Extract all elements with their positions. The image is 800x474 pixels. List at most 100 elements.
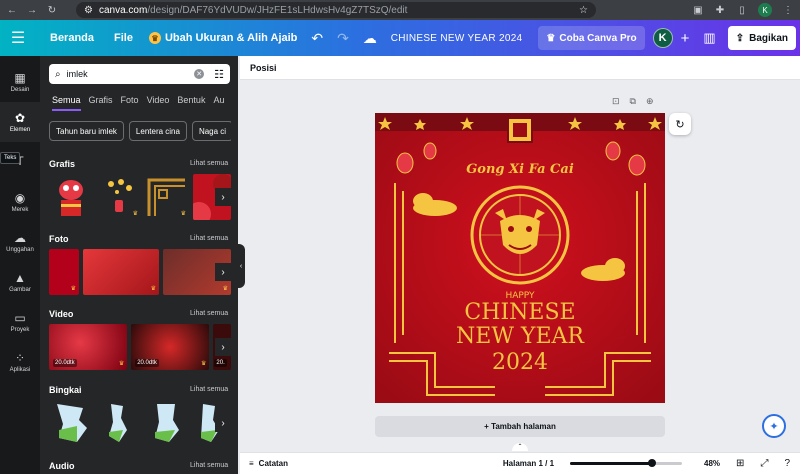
extension-icon[interactable]: ▣: [692, 5, 704, 16]
hamburger-icon[interactable]: ☰: [0, 28, 36, 48]
document-title[interactable]: CHINESE NEW YEAR 2024: [391, 33, 523, 44]
clear-search-icon[interactable]: ✕: [194, 69, 205, 79]
filter-icon[interactable]: ☷: [214, 68, 224, 81]
file-menu-button[interactable]: File: [108, 32, 139, 44]
fullscreen-icon[interactable]: ⤢: [760, 458, 768, 469]
undo-icon[interactable]: ↶: [311, 30, 323, 47]
insights-icon[interactable]: ▥: [703, 30, 715, 46]
see-all-audio-link[interactable]: Lihat semua: [190, 462, 228, 469]
graphic-thumb-lion-dance[interactable]: [49, 174, 93, 220]
see-all-graphics-link[interactable]: Lihat semua: [190, 160, 228, 167]
profile-avatar[interactable]: K: [758, 3, 772, 17]
zoom-slider[interactable]: [570, 459, 683, 467]
duplicate-page-icon[interactable]: ⧉: [630, 96, 636, 107]
frame-thumb[interactable]: [97, 400, 141, 446]
crown-icon: ♛: [118, 361, 125, 367]
rail-item-photos[interactable]: ▲ Gambar: [0, 262, 40, 302]
help-icon[interactable]: ?: [784, 458, 790, 469]
address-bar[interactable]: ⚙ canva.com/design/DAF76YdVUDw/JHzFE1sLH…: [76, 2, 596, 18]
back-icon[interactable]: ←: [6, 5, 18, 16]
upload-icon: ☁: [14, 230, 26, 245]
forward-icon[interactable]: →: [26, 5, 38, 16]
zoom-level[interactable]: 48%: [704, 459, 720, 468]
image-icon: ▲: [14, 270, 26, 285]
poster-year: 2024: [492, 350, 548, 375]
tab-videos[interactable]: Video: [147, 95, 170, 111]
rail-item-elements[interactable]: ✿ Elemen: [0, 102, 40, 142]
scroll-right-icon[interactable]: ›: [215, 188, 231, 206]
lion-dance-graphic: [59, 180, 83, 216]
search-icon: ⌕: [55, 68, 61, 80]
section-title-audio: Audio: [49, 461, 75, 471]
rail-item-projects[interactable]: ▭ Proyek: [0, 302, 40, 342]
user-avatar[interactable]: K: [652, 28, 673, 48]
redo-icon[interactable]: ↷: [337, 30, 349, 47]
crown-icon: ♛: [222, 286, 228, 292]
home-button[interactable]: Beranda: [44, 32, 100, 44]
scroll-up-icon[interactable]: ⌃: [512, 443, 528, 451]
rail-item-design[interactable]: ▦ Desain: [0, 62, 40, 102]
rail-label: Merek: [11, 206, 29, 213]
page-counter[interactable]: Halaman 1 / 1: [503, 459, 554, 468]
chip-chinese-lantern[interactable]: Lentera cina: [128, 121, 187, 141]
site-info-icon[interactable]: ⚙: [84, 5, 93, 16]
refresh-icon[interactable]: ↻: [669, 113, 691, 135]
grid-view-icon[interactable]: ⊞: [736, 458, 744, 469]
graphic-thumb-blossom[interactable]: ♛: [97, 174, 141, 220]
photo-thumb[interactable]: ♛: [49, 249, 79, 295]
add-collaborator-icon[interactable]: +: [681, 30, 690, 47]
shapes-icon: ✿: [14, 110, 26, 125]
resize-button[interactable]: ♛ Ubah Ukuran & Alih Ajaib: [148, 32, 297, 44]
reload-icon[interactable]: ↻: [46, 5, 58, 16]
kebab-menu-icon[interactable]: ⋮: [782, 5, 794, 16]
tab-photos[interactable]: Foto: [121, 95, 139, 111]
photo-thumb[interactable]: ♛: [83, 249, 159, 295]
collapse-panel-handle[interactable]: ‹: [237, 244, 245, 288]
browser-toolbar: ← → ↻ ⚙ canva.com/design/DAF76YdVUDw/JHz…: [0, 0, 800, 20]
see-all-photos-link[interactable]: Lihat semua: [190, 235, 228, 242]
frame-thumb[interactable]: [145, 400, 189, 446]
graphic-thumb-border[interactable]: ♛: [145, 174, 189, 220]
puzzle-icon[interactable]: ✚: [714, 5, 726, 16]
tab-all[interactable]: Semua: [52, 95, 81, 111]
editor-header: ☰ Beranda File ♛ Ubah Ukuran & Alih Ajai…: [0, 20, 800, 56]
videos-row: 20.0dtk ♛ 20.0dtk ♛ 20. ›: [49, 324, 231, 370]
see-all-frames-link[interactable]: Lihat semua: [190, 386, 228, 393]
design-artboard[interactable]: Gong Xi Fa Cai HAPPY CHINESE NEW YEAR 20…: [375, 113, 665, 403]
video-duration: 20.0dtk: [53, 359, 77, 367]
scroll-right-icon[interactable]: ›: [215, 338, 231, 356]
scroll-right-icon[interactable]: ›: [215, 414, 231, 432]
elements-panel: ⌕ ✕ ☷ Semua Grafis Foto Video Bentuk Au …: [40, 56, 238, 474]
crown-icon: ♛: [70, 286, 76, 292]
see-all-videos-link[interactable]: Lihat semua: [190, 310, 228, 317]
scroll-right-icon[interactable]: ›: [215, 263, 231, 281]
notes-button[interactable]: ≡ Catatan: [249, 459, 288, 468]
rail-item-uploads[interactable]: ☁ Unggahan: [0, 222, 40, 262]
tab-graphics[interactable]: Grafis: [89, 95, 113, 111]
magic-assistant-icon[interactable]: ✦: [762, 414, 786, 438]
video-thumb[interactable]: 20.0dtk ♛: [131, 324, 210, 370]
video-thumb[interactable]: 20.0dtk ♛: [49, 324, 128, 370]
add-page-icon[interactable]: ⊕: [646, 96, 654, 107]
poster-line2: NEW YEAR: [456, 324, 585, 349]
zoom-slider-knob[interactable]: [647, 459, 656, 467]
lock-icon[interactable]: ⊡: [612, 96, 620, 107]
section-title-photos: Foto: [49, 234, 69, 244]
cloud-save-icon[interactable]: ☁: [363, 30, 377, 47]
tab-shapes[interactable]: Bentuk: [177, 95, 205, 111]
bookmark-star-icon[interactable]: ☆: [579, 5, 588, 16]
rail-item-brand[interactable]: ◉ Merek: [0, 182, 40, 222]
map-frame-graphic: [57, 404, 87, 442]
add-page-button[interactable]: + Tambah halaman: [375, 416, 665, 437]
position-button[interactable]: Posisi: [250, 63, 277, 73]
frame-thumb[interactable]: [49, 400, 93, 446]
rail-item-apps[interactable]: ⁘ Aplikasi: [0, 342, 40, 382]
try-pro-button[interactable]: ♛ Coba Canva Pro: [538, 26, 645, 50]
crown-icon: ♛: [150, 286, 156, 292]
chip-dragon[interactable]: Naga ci: [191, 121, 231, 141]
chip-lunar-new-year[interactable]: Tahun baru imlek: [49, 121, 124, 141]
share-button[interactable]: ⇪ Bagikan: [727, 26, 796, 50]
search-input[interactable]: [66, 69, 177, 79]
sidebar-icon[interactable]: ▯: [736, 5, 748, 16]
tab-audio[interactable]: Au: [213, 95, 224, 111]
